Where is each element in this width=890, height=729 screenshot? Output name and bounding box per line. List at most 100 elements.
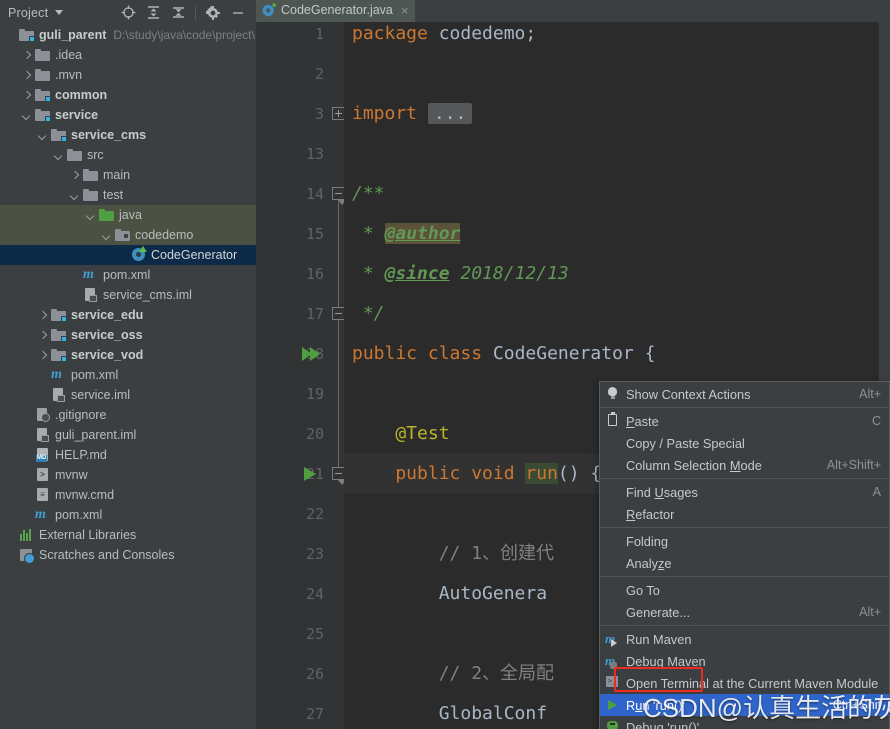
tree-item-mvnw[interactable]: > mvnw [0,465,256,485]
tree-item-label: service_vod [71,348,144,362]
folder-icon [67,147,83,163]
code-line[interactable]: package codedemo; [352,22,536,54]
project-tree[interactable]: guli_parent D:\study\java\code\project\ .i… [0,25,256,565]
chevron-down-icon[interactable] [86,210,96,220]
tree-item-service[interactable]: service [0,105,256,125]
code-line[interactable]: // 1、创建代 [352,534,554,574]
tree-item-service-oss[interactable]: service_oss [0,325,256,345]
line-number: 23 [305,545,324,563]
java-class-icon [131,246,147,263]
editor-context-menu[interactable]: Show Context Actions Alt+ Paste C Copy / Pas… [599,381,890,729]
tree-item-service-iml[interactable]: service.iml [0,385,256,405]
project-panel-title[interactable]: Project [8,6,48,20]
expand-all-icon[interactable] [141,0,166,25]
iml-icon [83,287,99,303]
chevron-right-icon[interactable] [22,90,32,100]
module-folder-icon [35,87,51,103]
chevron-right-icon[interactable] [70,170,80,180]
tree-item-guli-parent[interactable]: guli_parent D:\study\java\code\project\ [0,25,256,45]
chevron-right-icon[interactable] [22,70,32,80]
editor-gutter[interactable]: 1231314151617181920212223242526272829303… [256,22,332,729]
chevron-down-icon[interactable] [38,130,48,140]
tree-item-mvnw-cmd[interactable]: ≡ mvnw.cmd [0,485,256,505]
locate-icon[interactable] [116,0,141,25]
code-line[interactable]: * @since 2018/12/13 [352,254,569,294]
chevron-down-icon[interactable] [70,190,80,200]
code-line[interactable]: // 2、全局配 [352,654,554,694]
tree-item-gitignore[interactable]: .gitignore [0,405,256,425]
menu-item-copy-paste-special[interactable]: Copy / Paste Special [600,432,889,454]
code-line[interactable]: @Test [352,414,449,454]
code-line[interactable]: import ... [352,94,473,134]
tree-item-guli-parent-iml[interactable]: guli_parent.iml [0,425,256,445]
tree-item-main[interactable]: main [0,165,256,185]
code-token: public void [352,463,526,484]
tree-item-service-vod[interactable]: service_vod [0,345,256,365]
tree-item-service-edu[interactable]: service_edu [0,305,256,325]
chevron-down-icon[interactable] [102,230,112,240]
menu-item-analyze[interactable]: Analyze [600,552,889,574]
tree-item-pom-xml[interactable]: m pom.xml [0,365,256,385]
menu-item-go-to[interactable]: Go To [600,579,889,601]
tree-item-help-md[interactable]: HELP.md [0,445,256,465]
menu-item-debug-maven[interactable]: m Debug Maven [600,650,889,672]
tree-item-label: HELP.md [55,448,107,462]
code-line[interactable]: /** [352,174,385,214]
menu-item-paste[interactable]: Paste C [600,410,889,432]
tree-item-idea[interactable]: .idea [0,45,256,65]
line-number: 20 [305,425,324,443]
menu-item-run-maven[interactable]: m Run Maven [600,628,889,650]
close-icon[interactable]: × [401,3,409,18]
menu-item-column-selection-mode[interactable]: Column Selection Mode Alt+Shift+ [600,454,889,476]
tree-item-label: pom.xml [103,268,151,282]
chevron-right-icon[interactable] [22,50,32,60]
tree-item-pom-xml[interactable]: m pom.xml [0,505,256,525]
tree-item-external-libraries[interactable]: External Libraries [0,525,256,545]
chevron-right-icon[interactable] [38,350,48,360]
clipboard-icon [604,412,622,429]
code-token: ... [427,103,473,124]
chevron-down-icon[interactable] [55,10,64,15]
code-line[interactable]: */ [352,294,385,334]
settings-gear-icon[interactable] [200,0,225,25]
tree-item-java[interactable]: java [0,205,256,225]
tab-code-generator-java[interactable]: CodeGenerator.java × [256,0,416,22]
tree-item-codegenerator[interactable]: CodeGenerator [0,245,256,265]
run-test-gutter-icon[interactable] [304,467,316,481]
menu-item-show-context-actions[interactable]: Show Context Actions Alt+ [600,383,889,405]
tree-item-service-cms-iml[interactable]: service_cms.iml [0,285,256,305]
tree-item-src[interactable]: src [0,145,256,165]
chevron-right-icon[interactable] [38,330,48,340]
code-line[interactable]: GlobalConf [352,694,547,729]
tree-item-codedemo[interactable]: codedemo [0,225,256,245]
tree-item-pom-xml[interactable]: m pom.xml [0,265,256,285]
chevron-down-icon[interactable] [54,150,64,160]
maven-icon: m [83,267,94,282]
tree-item-scratches-and-consoles[interactable]: Scratches and Consoles [0,545,256,565]
collapse-all-icon[interactable] [166,0,191,25]
code-line[interactable]: AutoGenera [352,574,547,614]
code-line[interactable]: * @author [352,214,461,254]
menu-item-no-icon [604,555,622,571]
tree-item-test[interactable]: test [0,185,256,205]
code-line[interactable]: public void run() { [352,454,601,494]
tree-item-service-cms[interactable]: service_cms [0,125,256,145]
run-all-tests-gutter-icon[interactable] [302,347,320,361]
hide-panel-icon[interactable] [225,0,250,25]
chevron-right-icon[interactable] [38,310,48,320]
menu-item-generate[interactable]: Generate... Alt+ [600,601,889,623]
menu-item-refactor[interactable]: Refactor [600,503,889,525]
chevron-down-icon[interactable] [22,110,32,120]
tree-item-common[interactable]: common [0,85,256,105]
menu-item-find-usages[interactable]: Find Usages A [600,481,889,503]
folding-strip[interactable] [332,22,346,729]
menu-separator [600,407,889,408]
line-number: 13 [305,145,324,163]
tree-item-mvn[interactable]: .mvn [0,65,256,85]
menu-item-folding[interactable]: Folding [600,530,889,552]
markdown-icon [35,447,51,463]
code-line[interactable]: public class CodeGenerator { [352,334,655,374]
menu-item-no-icon [604,457,622,473]
